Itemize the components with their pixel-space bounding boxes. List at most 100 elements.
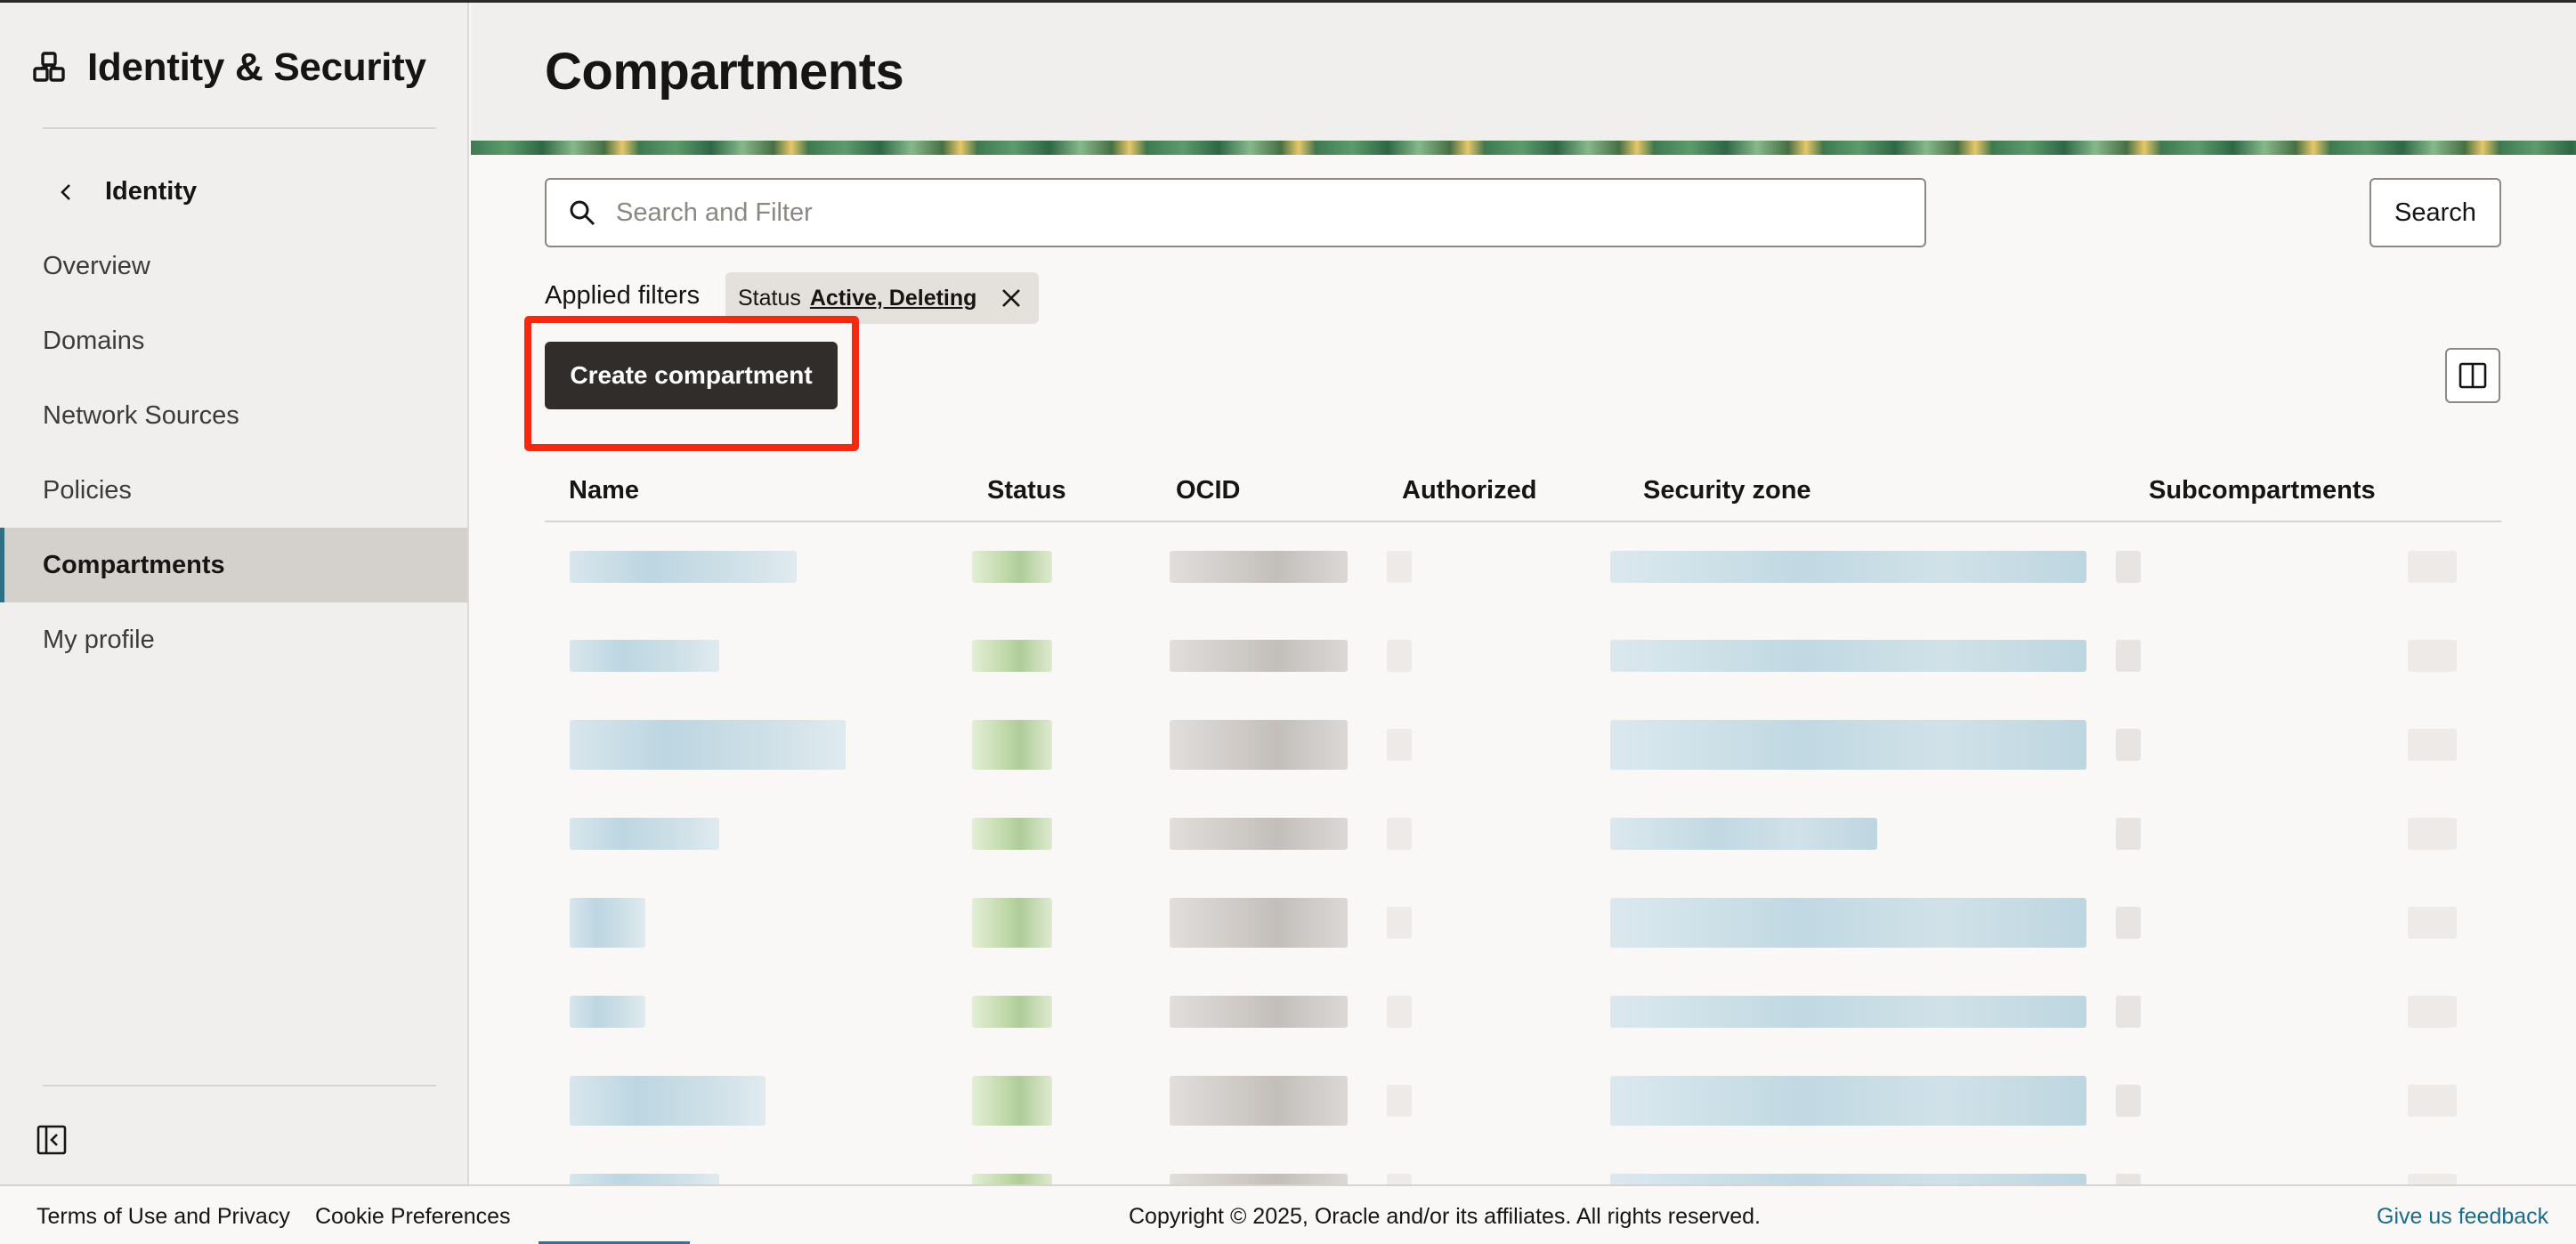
column-header-security-zone[interactable]: Security zone (1619, 461, 2125, 522)
ocid-value[interactable] (1170, 1076, 1348, 1126)
sidebar-item-policies[interactable]: Policies (0, 453, 467, 528)
sidebar-item-label: Domains (43, 326, 145, 355)
authorized-value (1387, 640, 1412, 672)
compartment-name-link[interactable] (570, 640, 719, 672)
status-badge (972, 720, 1052, 770)
table-row[interactable] (545, 1056, 2501, 1145)
status-badge (972, 551, 1052, 583)
sidebar-item-overview[interactable]: Overview (0, 229, 467, 303)
decorative-banner (471, 141, 2576, 155)
ocid-value[interactable] (1170, 720, 1348, 770)
compartment-name-link[interactable] (570, 996, 645, 1028)
page-title: Compartments (545, 43, 904, 101)
table-row[interactable] (545, 521, 2501, 611)
status-badge (972, 640, 1052, 672)
sidebar-header: Identity & Security (32, 45, 426, 90)
subcompartments-value (2116, 1085, 2141, 1117)
sidebar-divider (43, 127, 436, 129)
compartment-name-link[interactable] (570, 551, 797, 583)
column-header-name[interactable]: Name (545, 461, 963, 522)
row-actions-icon[interactable] (2408, 1085, 2457, 1117)
table-row[interactable] (545, 878, 2501, 967)
column-header-subcompartments[interactable]: Subcompartments (2125, 461, 2501, 522)
feedback-link[interactable]: Give us feedback (2377, 1204, 2548, 1230)
collapse-sidebar-icon[interactable] (36, 1124, 68, 1156)
compartment-name-link[interactable] (570, 898, 645, 948)
row-actions-icon[interactable] (2408, 551, 2457, 583)
sidebar-back-identity[interactable]: Identity (53, 177, 197, 206)
search-icon (570, 200, 595, 226)
subcompartments-value (2116, 640, 2141, 672)
compartments-table: Name Status OCID Authorized Security zon… (545, 461, 2501, 1234)
search-button[interactable]: Search (2369, 178, 2501, 247)
page-footer: Terms of Use and Privacy Cookie Preferen… (0, 1184, 2576, 1244)
subcompartments-value (2116, 551, 2141, 583)
main-content: Compartments Search Applied filters Stat… (471, 3, 2576, 1206)
subcompartments-value (2116, 907, 2141, 939)
ocid-value[interactable] (1170, 818, 1348, 850)
security-zone-link[interactable] (1610, 898, 2086, 948)
column-panel-button[interactable] (2445, 348, 2500, 403)
search-input[interactable] (616, 198, 1924, 228)
create-compartment-button[interactable]: Create compartment (545, 342, 838, 409)
close-icon[interactable] (1000, 287, 1023, 310)
terms-link[interactable]: Terms of Use and Privacy (36, 1204, 290, 1230)
row-actions-icon[interactable] (2408, 996, 2457, 1028)
security-zone-link[interactable] (1610, 640, 2086, 672)
identity-security-logo-icon (33, 52, 65, 82)
sidebar-divider (43, 1085, 436, 1086)
filter-chip-value[interactable]: Active, Deleting (810, 286, 977, 311)
compartment-name-link[interactable] (570, 1076, 766, 1126)
sidebar-item-label: Compartments (43, 550, 225, 579)
sidebar-item-label: Overview (43, 251, 150, 280)
ocid-value[interactable] (1170, 640, 1348, 672)
page-header: Compartments (471, 3, 2576, 141)
filter-chip-key: Status (738, 285, 801, 311)
compartment-name-link[interactable] (570, 818, 719, 850)
sidebar-item-network-sources[interactable]: Network Sources (0, 378, 467, 453)
sidebar-item-compartments[interactable]: Compartments (0, 528, 467, 602)
status-badge (972, 898, 1052, 948)
sidebar-item-my-profile[interactable]: My profile (0, 602, 467, 677)
ocid-value[interactable] (1170, 996, 1348, 1028)
status-badge (972, 818, 1052, 850)
authorized-value (1387, 729, 1412, 761)
compartment-name-link[interactable] (570, 720, 846, 770)
row-actions-icon[interactable] (2408, 907, 2457, 939)
cookie-preferences-link[interactable]: Cookie Preferences (315, 1204, 511, 1230)
column-header-ocid[interactable]: OCID (1152, 461, 1378, 522)
row-actions-icon[interactable] (2408, 640, 2457, 672)
security-zone-link[interactable] (1610, 1076, 2086, 1126)
search-field[interactable] (545, 178, 1926, 247)
ocid-value[interactable] (1170, 551, 1348, 583)
security-zone-link[interactable] (1610, 818, 1877, 850)
sidebar-item-label: Policies (43, 475, 132, 505)
row-actions-icon[interactable] (2408, 729, 2457, 761)
applied-filters-label: Applied filters (545, 281, 701, 310)
authorized-value (1387, 996, 1412, 1028)
sidebar-item-domains[interactable]: Domains (0, 303, 467, 378)
filter-chip-status: Status Active, Deleting (725, 272, 1040, 324)
table-row[interactable] (545, 700, 2501, 789)
authorized-value (1387, 907, 1412, 939)
status-badge (972, 996, 1052, 1028)
security-zone-link[interactable] (1610, 551, 2086, 583)
table-row[interactable] (545, 967, 2501, 1056)
column-header-status[interactable]: Status (963, 461, 1152, 522)
ocid-value[interactable] (1170, 898, 1348, 948)
table-row[interactable] (545, 611, 2501, 700)
security-zone-link[interactable] (1610, 996, 2086, 1028)
authorized-value (1387, 551, 1412, 583)
subcompartments-value (2116, 729, 2141, 761)
subcompartments-value (2116, 996, 2141, 1028)
table-row[interactable] (545, 789, 2501, 878)
sidebar-title: Identity & Security (87, 45, 426, 89)
copyright-text: Copyright © 2025, Oracle and/or its affi… (1129, 1204, 1761, 1229)
sidebar-item-label: My profile (43, 625, 155, 654)
security-zone-link[interactable] (1610, 720, 2086, 770)
row-actions-icon[interactable] (2408, 818, 2457, 850)
sidebar: Identity & Security Identity Overview Do… (0, 3, 469, 1184)
column-header-authorized[interactable]: Authorized (1378, 461, 1619, 522)
authorized-value (1387, 1085, 1412, 1117)
table-header-row: Name Status OCID Authorized Security zon… (545, 461, 2501, 522)
